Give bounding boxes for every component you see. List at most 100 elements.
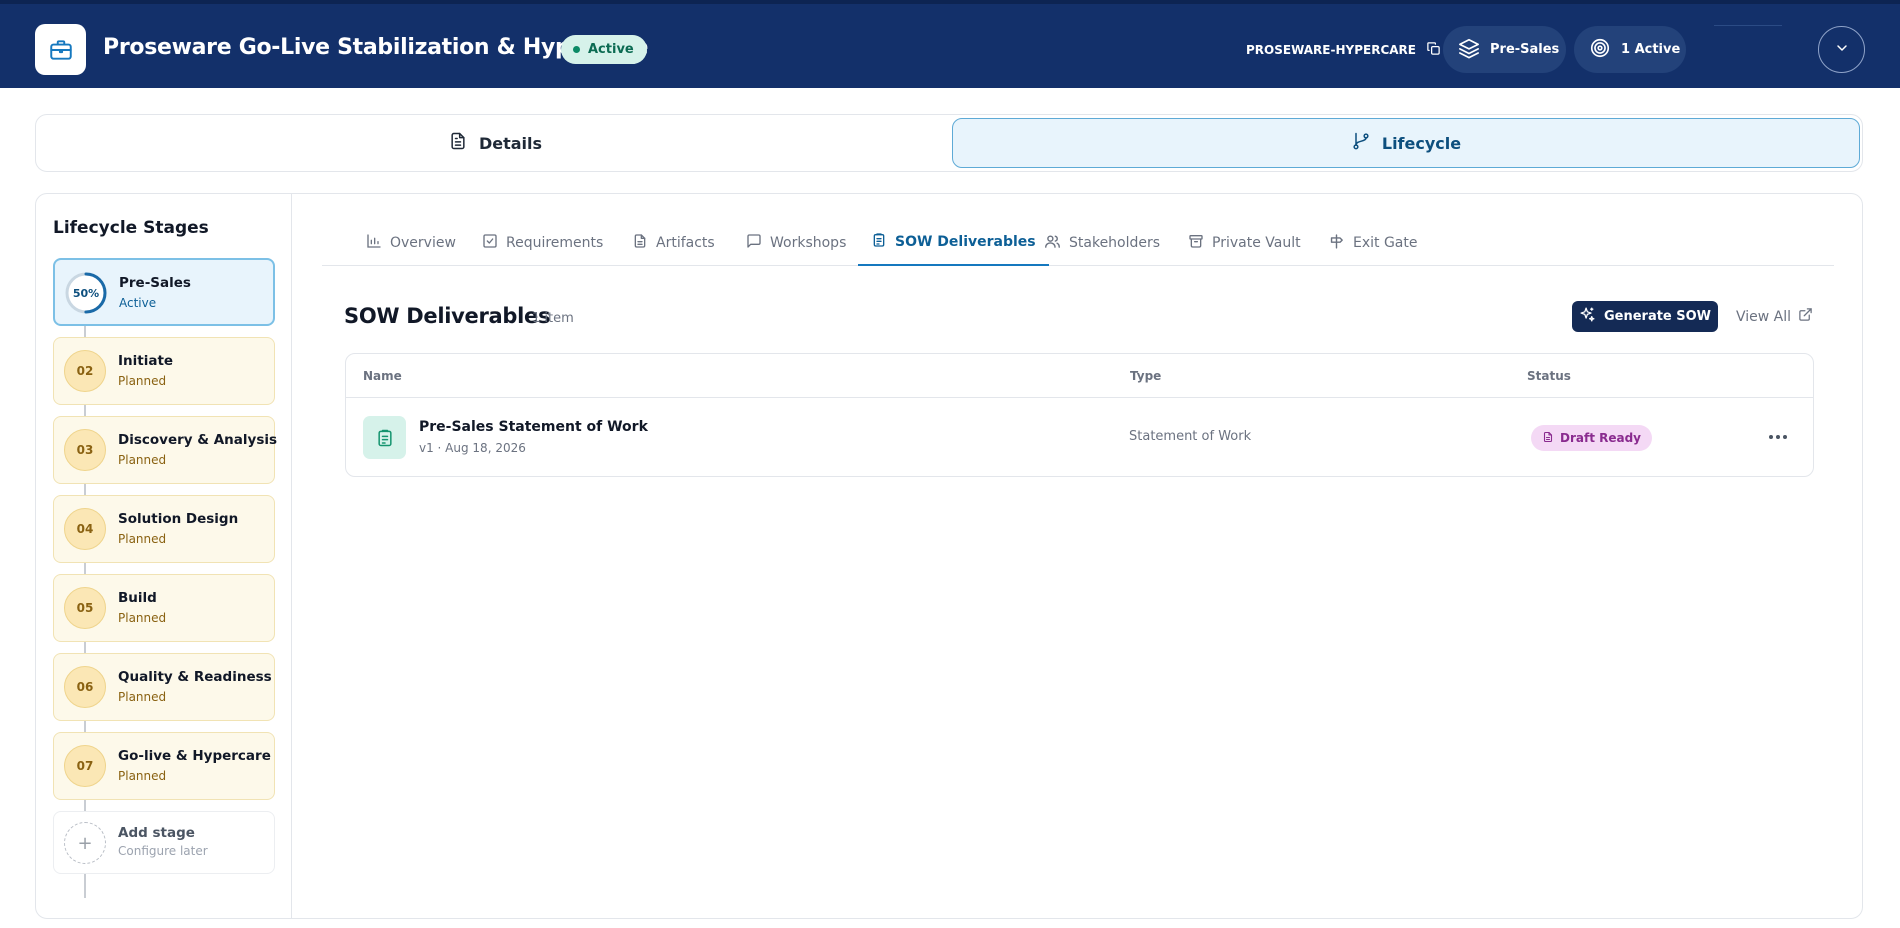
tab-exit-gate-label: Exit Gate xyxy=(1353,235,1418,251)
stage-card-initiate[interactable]: 02 Initiate Planned xyxy=(53,337,275,405)
stage-name: Solution Design xyxy=(118,511,239,527)
target-icon xyxy=(1589,37,1611,63)
app-header: Proseware Go-Live Stabilization & Hyperc… xyxy=(0,0,1900,88)
sow-deliverables-table: Name Type Status Pre-Sales Statement of … xyxy=(345,353,1814,477)
stage-number: 02 xyxy=(64,350,106,392)
view-all-label: View All xyxy=(1736,308,1792,325)
view-tab-lifecycle[interactable]: Lifecycle xyxy=(952,118,1860,168)
header-expand-button[interactable] xyxy=(1818,26,1865,73)
stage-name: Pre-Sales xyxy=(119,275,191,291)
message-icon xyxy=(746,233,762,253)
stage-status: Planned xyxy=(118,690,167,704)
column-header-name: Name xyxy=(363,369,402,383)
stage-number: 04 xyxy=(64,508,106,550)
section-title: SOW Deliverables xyxy=(344,304,551,328)
project-code: PROSEWARE-HYPERCARE xyxy=(1246,41,1441,59)
stage-status: Planned xyxy=(118,532,167,546)
file-text-icon xyxy=(1542,431,1554,446)
stage-name: Quality & Readiness xyxy=(118,669,272,685)
tab-requirements[interactable]: Requirements xyxy=(482,220,603,266)
project-status-label: Active xyxy=(588,42,634,57)
project-status-badge: Active xyxy=(561,35,647,64)
layers-icon xyxy=(1458,37,1480,63)
stage-status: Planned xyxy=(118,374,167,388)
column-header-type: Type xyxy=(1130,369,1162,383)
tab-workshops-label: Workshops xyxy=(770,235,847,251)
stage-status: Planned xyxy=(118,611,167,625)
stage-status: Planned xyxy=(118,769,167,783)
users-icon xyxy=(1044,233,1061,254)
status-badge: Draft Ready xyxy=(1531,425,1652,451)
briefcase-icon xyxy=(35,24,86,75)
stage-status: Active xyxy=(119,296,157,310)
signpost-icon xyxy=(1328,233,1345,254)
check-square-icon xyxy=(482,233,498,253)
stage-number: 06 xyxy=(64,666,106,708)
lifecycle-stages-sidebar: Lifecycle Stages 50% Pre-Sales Active 02… xyxy=(36,194,292,918)
stage-card-discovery-analysis[interactable]: 03 Discovery & Analysis Planned xyxy=(53,416,278,484)
deliverable-type: Statement of Work xyxy=(1129,429,1252,444)
lifecycle-tab-bar: Overview Requirements Artifacts Workshop… xyxy=(322,220,1834,266)
stage-card-pre-sales[interactable]: 50% Pre-Sales Active xyxy=(53,258,275,326)
tab-overview[interactable]: Overview xyxy=(366,220,456,266)
stage-card-build[interactable]: 05 Build Planned xyxy=(53,574,275,642)
status-dot xyxy=(573,46,580,53)
current-stage-chip-label: Pre-Sales xyxy=(1490,42,1560,57)
deliverable-name[interactable]: Pre-Sales Statement of Work xyxy=(419,419,648,435)
external-link-icon xyxy=(1798,307,1813,326)
active-count-chip[interactable]: 1 Active xyxy=(1574,26,1686,73)
tab-private-vault[interactable]: Private Vault xyxy=(1188,220,1301,266)
tab-exit-gate[interactable]: Exit Gate xyxy=(1328,220,1418,266)
tab-sow-deliverables[interactable]: SOW Deliverables xyxy=(858,220,1049,266)
column-header-status: Status xyxy=(1527,369,1571,383)
bar-chart-icon xyxy=(366,233,382,253)
tab-sow-deliverables-label: SOW Deliverables xyxy=(895,234,1036,250)
lifecycle-panel: Lifecycle Stages 50% Pre-Sales Active 02… xyxy=(35,193,1863,919)
tab-artifacts[interactable]: Artifacts xyxy=(632,220,715,266)
stage-card-go-live-hypercare[interactable]: 07 Go-live & Hypercare Planned xyxy=(53,732,275,800)
active-count-chip-label: 1 Active xyxy=(1621,42,1681,57)
current-stage-chip[interactable]: Pre-Sales xyxy=(1443,26,1566,73)
table-row[interactable]: Pre-Sales Statement of Work v1 · Aug 18,… xyxy=(346,398,1813,476)
header-divider xyxy=(1714,25,1782,26)
tab-stakeholders[interactable]: Stakeholders xyxy=(1044,220,1160,266)
stage-card-quality-readiness[interactable]: 06 Quality & Readiness Planned xyxy=(53,653,275,721)
view-tab-lifecycle-label: Lifecycle xyxy=(1381,133,1462,153)
view-all-link[interactable]: View All xyxy=(1736,307,1813,326)
stage-progress-label: 50% xyxy=(72,286,100,300)
stage-number: 05 xyxy=(64,587,106,629)
deliverable-meta: v1 · Aug 18, 2026 xyxy=(419,441,526,455)
chevron-down-icon xyxy=(1834,40,1850,60)
view-switcher: Details Lifecycle xyxy=(35,114,1863,172)
stage-card-solution-design[interactable]: 04 Solution Design Planned xyxy=(53,495,275,563)
clipboard-list-icon xyxy=(363,416,406,459)
stage-name: Discovery & Analysis xyxy=(118,432,278,448)
stage-status: Planned xyxy=(118,453,167,467)
document-icon xyxy=(448,131,468,155)
section-item-count: 1 item xyxy=(532,311,574,326)
sparkles-icon xyxy=(1579,306,1596,327)
tab-stakeholders-label: Stakeholders xyxy=(1069,235,1161,251)
more-options-icon[interactable] xyxy=(1766,427,1790,447)
tab-overview-label: Overview xyxy=(390,235,456,251)
add-stage-button[interactable]: + Add stage Configure later xyxy=(53,811,275,874)
status-badge-label: Draft Ready xyxy=(1560,431,1641,445)
generate-sow-label: Generate SOW xyxy=(1603,309,1712,324)
tab-private-vault-label: Private Vault xyxy=(1212,235,1301,251)
view-tab-details[interactable]: Details xyxy=(39,118,951,168)
copy-icon[interactable] xyxy=(1426,41,1441,59)
git-branch-icon xyxy=(1351,131,1371,155)
stage-name: Go-live & Hypercare xyxy=(118,748,271,764)
archive-icon xyxy=(1188,233,1204,253)
add-stage-hint: Configure later xyxy=(118,844,208,858)
project-code-label: PROSEWARE-HYPERCARE xyxy=(1246,43,1416,57)
tab-artifacts-label: Artifacts xyxy=(656,235,715,251)
plus-icon: + xyxy=(64,822,106,864)
stage-number: 03 xyxy=(64,429,106,471)
clipboard-icon xyxy=(871,232,887,252)
tab-workshops[interactable]: Workshops xyxy=(746,220,846,266)
generate-sow-button[interactable]: Generate SOW xyxy=(1572,301,1718,332)
stage-name: Build xyxy=(118,590,157,606)
stage-number: 07 xyxy=(64,745,106,787)
add-stage-label: Add stage xyxy=(118,825,195,841)
